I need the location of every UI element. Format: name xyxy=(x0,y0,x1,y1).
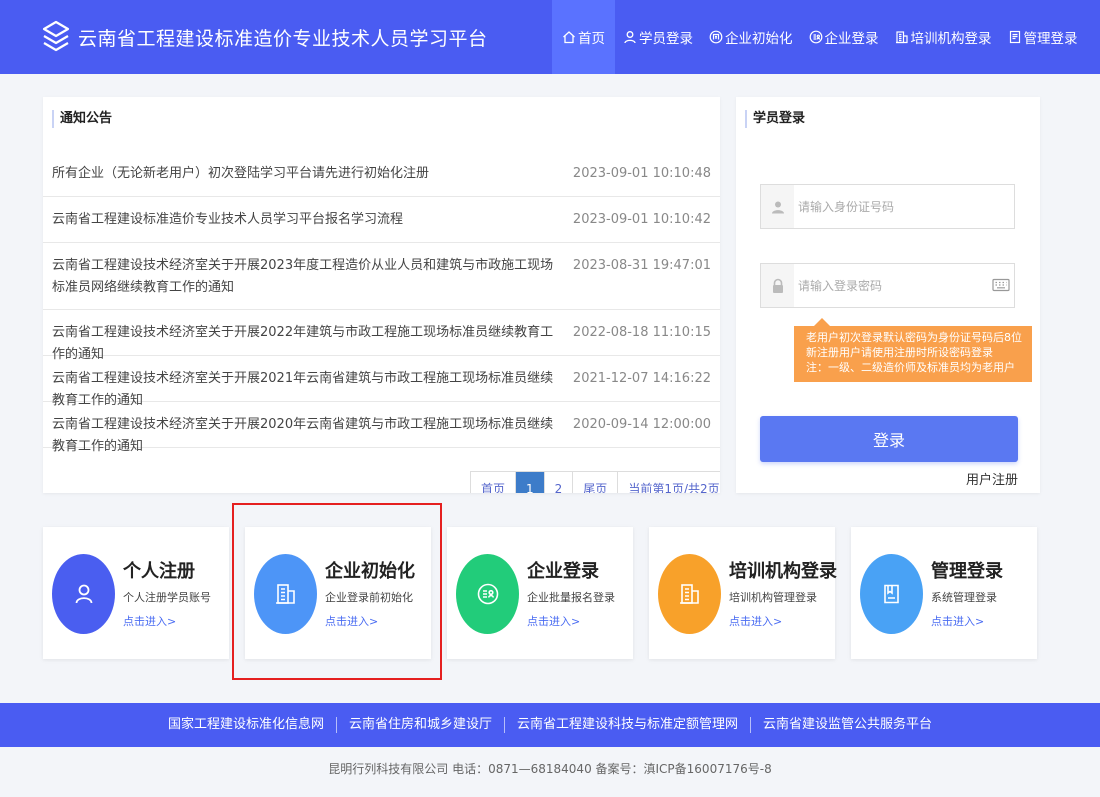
nav-company-login[interactable]: 企业登录 xyxy=(801,0,887,74)
card-enter-link[interactable]: 点击进入> xyxy=(527,613,580,629)
nav-training-login[interactable]: 培训机构登录 xyxy=(887,0,1000,74)
card-title: 个人注册 xyxy=(123,561,195,582)
user-icon xyxy=(624,31,636,44)
notice-title: 云南省工程建设技术经济室关于开展2022年建筑与市政工程施工现场标准员继续教育工… xyxy=(52,325,554,362)
book-icon xyxy=(883,584,899,604)
company-login-icon xyxy=(809,30,822,44)
nav-student-login-label: 学员登录 xyxy=(639,31,693,47)
nav-company-login-label: 企业登录 xyxy=(824,31,879,47)
notice-panel-title: 通知公告 xyxy=(52,110,112,128)
card-company-login[interactable]: 企业登录 企业批量报名登录 点击进入> xyxy=(447,527,633,659)
notice-title: 云南省工程建设标准造价专业技术人员学习平台报名学习流程 xyxy=(52,212,404,227)
notice-date: 2023-08-31 19:47:01 xyxy=(572,258,711,273)
keyboard-icon[interactable] xyxy=(992,276,1010,294)
card-enter-link[interactable]: 点击进入> xyxy=(729,613,782,629)
card-subtitle: 企业登录前初始化 xyxy=(325,591,413,604)
notice-title: 云南省工程建设技术经济室关于开展2020年云南省建筑与市政工程施工现场标准员继续… xyxy=(52,417,554,454)
id-card-icon xyxy=(477,583,498,605)
notice-list: 所有企业（无论新老用户）初次登陆学习平台请先进行初始化注册 2023-09-01… xyxy=(43,147,720,454)
notice-title: 云南省工程建设技术经济室关于开展2021年云南省建筑与市政工程施工现场标准员继续… xyxy=(52,371,554,408)
pager-page-1[interactable]: 1 xyxy=(516,472,545,493)
card-training-login[interactable]: 培训机构登录 培训机构管理登录 点击进入> xyxy=(649,527,837,659)
card-icon-circle xyxy=(52,554,115,634)
card-company-init[interactable]: 企业初始化 企业登录前初始化 点击进入> xyxy=(245,527,431,659)
admin-icon xyxy=(1009,30,1020,44)
top-header: 云南省工程建设标准造价专业技术人员学习平台 首页 学员登录 企业初始化 企业登录… xyxy=(0,0,1100,74)
password-field xyxy=(760,263,1015,308)
pagination: 首页 1 2 尾页 当前第1页/共2页(7条) xyxy=(470,471,720,493)
card-enter-link[interactable]: 点击进入> xyxy=(325,613,378,629)
pager-page-2[interactable]: 2 xyxy=(545,472,574,493)
card-enter-link[interactable]: 点击进入> xyxy=(123,613,176,629)
login-panel-title: 学员登录 xyxy=(745,110,805,128)
card-subtitle: 培训机构管理登录 xyxy=(729,591,817,604)
id-number-input[interactable] xyxy=(794,185,1014,228)
footer-link[interactable]: 国家工程建设标准化信息网 xyxy=(156,717,337,733)
lock-icon xyxy=(761,264,794,307)
tip-line: 新注册用户请使用注册时所设密码登录 xyxy=(806,346,993,359)
company-init-icon xyxy=(709,30,723,44)
nav-company-init-label: 企业初始化 xyxy=(725,31,793,47)
building-icon xyxy=(275,584,295,604)
card-title: 企业登录 xyxy=(527,561,599,582)
notice-date: 2021-12-07 14:16:22 xyxy=(572,371,711,386)
notice-date: 2023-09-01 10:10:42 xyxy=(572,212,711,227)
building-icon xyxy=(895,31,908,44)
password-input[interactable] xyxy=(794,264,1014,307)
notice-date: 2022-08-18 11:10:15 xyxy=(572,325,711,340)
card-subtitle: 个人注册学员账号 xyxy=(123,591,211,604)
pager-last[interactable]: 尾页 xyxy=(573,472,619,493)
login-button[interactable]: 登录 xyxy=(760,416,1018,462)
card-subtitle: 系统管理登录 xyxy=(931,591,997,604)
notice-title: 所有企业（无论新老用户）初次登陆学习平台请先进行初始化注册 xyxy=(52,166,430,181)
home-icon xyxy=(563,31,575,44)
card-icon-circle xyxy=(254,554,317,634)
card-title: 企业初始化 xyxy=(325,561,415,582)
card-icon-circle xyxy=(658,554,721,634)
pager-first[interactable]: 首页 xyxy=(471,472,517,493)
card-title: 管理登录 xyxy=(931,561,1003,582)
nav-home[interactable]: 首页 xyxy=(552,0,615,74)
id-number-field xyxy=(760,184,1015,229)
site-title[interactable]: 云南省工程建设标准造价专业技术人员学习平台 xyxy=(78,24,488,51)
building-icon xyxy=(679,584,699,604)
nav-home-label: 首页 xyxy=(578,31,605,47)
register-link[interactable]: 用户注册 xyxy=(966,469,1018,488)
notice-date: 2020-09-14 12:00:00 xyxy=(572,417,711,432)
nav-admin-login-label: 管理登录 xyxy=(1023,31,1078,47)
pager-info: 当前第1页/共2页(7条) xyxy=(628,482,720,493)
nav-company-init[interactable]: 企业初始化 xyxy=(701,0,801,74)
login-panel: 学员登录 老用户初次登录默认密码为身份证号码后8位 新注册用户请使用注册时所设密… xyxy=(736,97,1040,493)
card-icon-circle xyxy=(860,554,923,634)
notice-item[interactable]: 云南省工程建设技术经济室关于开展2022年建筑与市政工程施工现场标准员继续教育工… xyxy=(43,310,720,362)
tip-line: 注：一级、二级造价师及标准员均为老用户 xyxy=(806,361,1015,374)
tip-line: 老用户初次登录默认密码为身份证号码后8位 xyxy=(806,331,1022,344)
user-icon xyxy=(761,185,794,228)
nav-student-login[interactable]: 学员登录 xyxy=(615,0,701,74)
notice-item[interactable]: 云南省工程建设标准造价专业技术人员学习平台报名学习流程 2023-09-01 1… xyxy=(43,197,720,243)
card-subtitle: 企业批量报名登录 xyxy=(527,591,615,604)
footer-link[interactable]: 云南省建设监管公共服务平台 xyxy=(751,717,944,733)
card-enter-link[interactable]: 点击进入> xyxy=(931,613,984,629)
person-icon xyxy=(75,584,92,604)
card-admin-login[interactable]: 管理登录 系统管理登录 点击进入> xyxy=(851,527,1037,659)
card-personal-register[interactable]: 个人注册 个人注册学员账号 点击进入> xyxy=(43,527,229,659)
footer-link[interactable]: 云南省工程建设科技与标准定额管理网 xyxy=(505,717,752,733)
notice-panel: 通知公告 所有企业（无论新老用户）初次登陆学习平台请先进行初始化注册 2023-… xyxy=(43,97,720,493)
nav-admin-login[interactable]: 管理登录 xyxy=(1000,0,1086,74)
notice-title: 云南省工程建设技术经济室关于开展2023年度工程造价从业人员和建筑与市政施工现场… xyxy=(52,258,554,295)
card-icon-circle xyxy=(456,554,519,634)
notice-date: 2023-09-01 10:10:48 xyxy=(572,166,711,181)
nav-training-login-label: 培训机构登录 xyxy=(910,31,992,47)
layers-logo-icon[interactable] xyxy=(42,20,70,54)
password-tip: 老用户初次登录默认密码为身份证号码后8位 新注册用户请使用注册时所设密码登录 注… xyxy=(794,318,1032,382)
main-nav: 首页 学员登录 企业初始化 企业登录 培训机构登录 管理登录 xyxy=(552,0,1086,74)
notice-item[interactable]: 云南省工程建设技术经济室关于开展2023年度工程造价从业人员和建筑与市政施工现场… xyxy=(43,243,720,310)
footer-link[interactable]: 云南省住房和城乡建设厅 xyxy=(337,717,505,733)
notice-item[interactable]: 所有企业（无论新老用户）初次登陆学习平台请先进行初始化注册 2023-09-01… xyxy=(43,147,720,197)
card-title: 培训机构登录 xyxy=(729,561,837,582)
footer-links: 国家工程建设标准化信息网 云南省住房和城乡建设厅 云南省工程建设科技与标准定额管… xyxy=(0,703,1100,747)
copyright: 昆明行列科技有限公司 电话：0871—68184040 备案号：滇ICP备160… xyxy=(328,762,772,776)
